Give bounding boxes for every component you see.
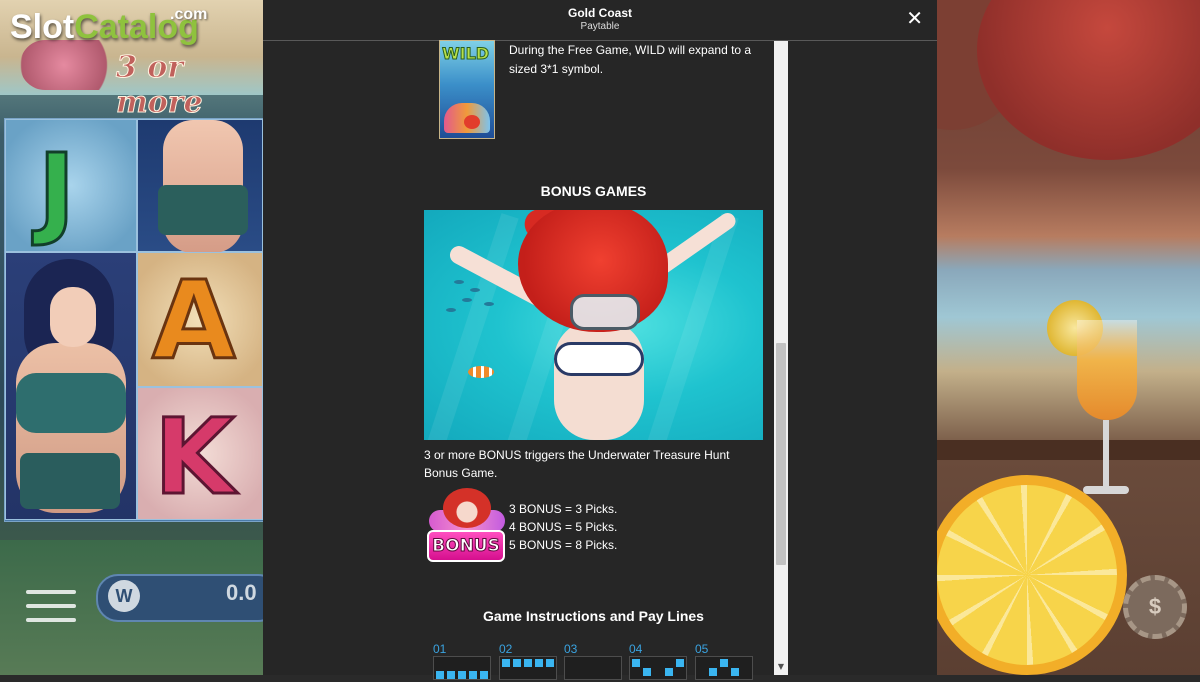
instructions-heading: Game Instructions and Pay Lines [483,608,704,624]
payline-number: 02 [499,642,513,656]
balance-value: 0.0 [226,580,257,605]
symbol-letter: A [151,258,238,386]
symbol-letter: K [153,395,237,520]
slotcatalog-logo: SlotCatalog .com [10,6,207,58]
wild-symbol-label: WILD [441,44,490,64]
payline-number: 05 [695,642,709,656]
payline-card: 04 [629,642,689,682]
glass-stem [1103,420,1109,490]
wild-description: During the Free Game, WILD will expand t… [509,43,752,76]
glass-base [1083,486,1129,494]
payline-number: 03 [564,642,578,656]
modal-title: Gold Coast [567,6,632,20]
payline-grid [629,656,687,680]
bonus-pick-item: 4 BONUS = 5 Picks. [509,520,618,534]
logo-text-com: .com [170,6,208,23]
wild-symbol-image: WILD [439,40,495,139]
scroll-down-arrow-icon[interactable]: ▼ [776,662,786,674]
modal-subtitle: Paytable [580,21,620,32]
settings-sliders-icon[interactable] [26,580,76,640]
payline-grid [564,656,622,680]
logo-text-slot: Slot [10,8,75,46]
modal-header: Gold Coast Paytable ✕ [263,0,937,41]
bonus-pick-item: 5 BONUS = 8 Picks. [509,538,618,552]
payline-card: 01 [433,642,493,682]
reel-symbol-k: K [137,387,263,520]
underwater-bonus-image [424,210,763,440]
payline-card: 02 [499,642,559,682]
payline-grid [695,656,753,680]
payline-card: 05 [695,642,755,682]
diver-body [554,320,644,440]
orange-slice-decoration [937,475,1127,675]
reel-symbol-girl-large [5,252,137,520]
payline-grid [433,656,491,680]
bonus-games-heading: BONUS GAMES [540,183,647,199]
banner-text: 3 or more [116,50,204,121]
background-game-right: $ [937,0,1200,675]
table-decoration [937,440,1200,460]
girl-head [443,488,491,528]
diver-swimsuit [554,342,644,376]
payline-number: 04 [629,642,643,656]
umbrella-decoration [977,0,1200,160]
payline-number: 01 [433,642,447,656]
symbol-letter: J [36,131,76,251]
crab-decoration [464,115,480,129]
bonus-picks-list: 3 BONUS = 3 Picks. 4 BONUS = 5 Picks. 5 … [509,500,617,554]
scrollbar-thumb[interactable] [776,343,786,565]
cocktail-glass-decoration [1077,320,1137,420]
coin-icon: W [108,580,140,612]
close-icon[interactable]: ✕ [906,6,923,30]
reel-symbol-a: A [137,252,263,387]
bonus-description: 3 or more BONUS triggers the Underwater … [424,448,730,480]
background-game-left: 3 or more J A K W 0.0 [0,0,263,675]
bonus-pick-item: 3 BONUS = 3 Picks. [509,502,618,516]
chip-icon[interactable]: $ [1123,575,1187,639]
clownfish [468,366,494,378]
reel-symbol-girl [137,119,263,253]
diving-mask [570,294,640,330]
payline-card: 03 [564,642,624,682]
reel-symbol-j: J [5,119,137,252]
bonus-symbol-label: BONUS [427,530,505,562]
reel-area: J A K [4,118,263,522]
payline-grid [499,656,557,680]
bonus-symbol-image: BONUS [427,486,507,564]
